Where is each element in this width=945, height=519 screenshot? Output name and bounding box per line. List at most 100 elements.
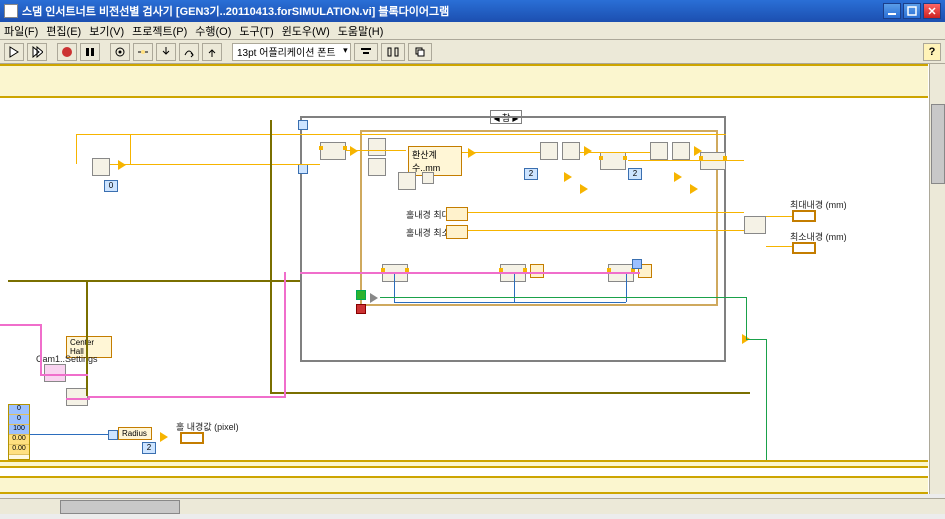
tri-right-2c[interactable] bbox=[690, 184, 698, 194]
highlight-button[interactable] bbox=[110, 43, 130, 61]
min-inner-d-ctrl[interactable] bbox=[446, 225, 468, 239]
step-out-button[interactable] bbox=[202, 43, 222, 61]
multiply-tri-2[interactable] bbox=[468, 148, 476, 158]
cluster-cell-0: 0 bbox=[9, 405, 29, 415]
wire-o-5 bbox=[628, 160, 744, 161]
wire-k-3 bbox=[270, 392, 750, 394]
radius-src[interactable] bbox=[108, 430, 118, 440]
subvi-3[interactable] bbox=[398, 172, 416, 190]
radius-ctrl[interactable]: Radius bbox=[118, 427, 152, 440]
compare-node-1b[interactable] bbox=[562, 142, 580, 160]
sequence-band-mid bbox=[0, 460, 928, 468]
tri-right-1c[interactable] bbox=[580, 184, 588, 194]
property-node[interactable] bbox=[92, 158, 110, 176]
font-select[interactable]: 13pt 어플리케이션 폰트 bbox=[232, 43, 351, 61]
tri-right-1b[interactable] bbox=[564, 172, 572, 182]
merge-node[interactable] bbox=[744, 216, 766, 234]
left-cluster[interactable]: 0 0 100 0.00 0.00 bbox=[8, 404, 30, 460]
cam1-settings-ctrl[interactable] bbox=[44, 364, 66, 382]
wire-k-1 bbox=[8, 280, 300, 282]
cluster-cell-1: 0 bbox=[9, 415, 29, 425]
wire-o-top bbox=[76, 134, 726, 135]
max-inner-d-mm-indic[interactable] bbox=[792, 210, 816, 222]
sequence-band-bottom bbox=[0, 476, 928, 494]
menu-file[interactable]: 파일(F) bbox=[4, 23, 38, 39]
min-button[interactable] bbox=[883, 3, 901, 19]
menu-project[interactable]: 프로젝트(P) bbox=[132, 23, 187, 39]
tunnel-mid[interactable] bbox=[298, 164, 308, 174]
const-0[interactable]: 0 bbox=[104, 180, 118, 192]
const-node-1[interactable] bbox=[422, 172, 434, 184]
compare-node-2b[interactable] bbox=[672, 142, 690, 160]
wire-o-ind4 bbox=[766, 246, 792, 247]
run-cont-button[interactable] bbox=[27, 43, 47, 61]
subvi-1[interactable] bbox=[368, 138, 386, 156]
close-button[interactable] bbox=[923, 3, 941, 19]
tri-right-1[interactable] bbox=[584, 146, 592, 156]
const-2-c[interactable]: 2 bbox=[142, 442, 156, 454]
horizontal-scrollbar[interactable] bbox=[0, 498, 945, 514]
subvi-2[interactable] bbox=[368, 158, 386, 176]
run-button[interactable] bbox=[4, 43, 24, 61]
step-over-button[interactable] bbox=[179, 43, 199, 61]
hole-pixel-indic[interactable] bbox=[180, 432, 204, 444]
window-title: 스댐 인서트너트 비전선별 검사기 [GEN3기..20110413.forSI… bbox=[22, 3, 883, 19]
wire-o-4 bbox=[580, 152, 650, 153]
max-inner-d-ctrl[interactable] bbox=[446, 207, 468, 221]
menu-view[interactable]: 보기(V) bbox=[89, 23, 124, 39]
wire-o-6v bbox=[130, 134, 131, 164]
menu-tools[interactable]: 도구(T) bbox=[239, 23, 273, 39]
compare-node-1a[interactable] bbox=[540, 142, 558, 160]
abort-button[interactable] bbox=[57, 43, 77, 61]
const-2-b[interactable]: 2 bbox=[628, 168, 642, 180]
wire-b-5 bbox=[30, 434, 108, 435]
menu-edit[interactable]: 편집(E) bbox=[46, 23, 81, 39]
fill-1[interactable] bbox=[530, 264, 544, 278]
bundle-2[interactable] bbox=[700, 152, 726, 170]
menu-operate[interactable]: 수행(O) bbox=[195, 23, 231, 39]
multiply-tri-1[interactable] bbox=[350, 146, 358, 156]
wire-o-ind1 bbox=[468, 212, 744, 213]
retain-button[interactable] bbox=[133, 43, 153, 61]
block-diagram-canvas[interactable]: 참 0 환산계수..mm 2 2 홀내경 최대 홀내경 최소 최대내경 bbox=[0, 64, 945, 494]
tunnel-r1[interactable] bbox=[632, 259, 642, 269]
align-button[interactable] bbox=[354, 43, 378, 61]
wire-g-3 bbox=[746, 339, 766, 340]
distribute-button[interactable] bbox=[381, 43, 405, 61]
max-inner-d-label: 홀내경 최대 bbox=[406, 208, 450, 221]
max-button[interactable] bbox=[903, 3, 921, 19]
wire-b-2 bbox=[394, 302, 626, 303]
conv-factor-ctrl[interactable]: 환산계수..mm bbox=[408, 146, 462, 176]
context-help-button[interactable]: ? bbox=[923, 43, 941, 61]
multiply-tri-3[interactable] bbox=[160, 432, 168, 442]
bool-false[interactable] bbox=[356, 304, 366, 314]
tunnel-top[interactable] bbox=[298, 120, 308, 130]
select-tri-1[interactable] bbox=[118, 160, 126, 170]
tri-right-2b[interactable] bbox=[674, 172, 682, 182]
menubar: 파일(F) 편집(E) 보기(V) 프로젝트(P) 수행(O) 도구(T) 윈도… bbox=[0, 22, 945, 40]
menu-help[interactable]: 도움말(H) bbox=[338, 23, 384, 39]
horizontal-scrollbar-thumb[interactable] bbox=[60, 500, 180, 514]
menu-window[interactable]: 윈도우(W) bbox=[282, 23, 330, 39]
reorder-button[interactable] bbox=[408, 43, 432, 61]
vertical-scrollbar-thumb[interactable] bbox=[931, 104, 945, 184]
unbundle-node[interactable] bbox=[66, 388, 88, 406]
bool-true[interactable] bbox=[356, 290, 366, 300]
vertical-scrollbar[interactable] bbox=[929, 64, 945, 494]
cluster-cell-2: 100 bbox=[9, 425, 29, 435]
wire-p-top bbox=[0, 324, 40, 326]
wire-o-2 bbox=[346, 150, 406, 151]
wire-k-4 bbox=[86, 280, 88, 396]
compare-node-2a[interactable] bbox=[650, 142, 668, 160]
min-inner-d-mm-indic[interactable] bbox=[792, 242, 816, 254]
wire-g-4 bbox=[766, 339, 767, 461]
toolbar: 13pt 어플리케이션 폰트 ? bbox=[0, 40, 945, 64]
bundle-1[interactable] bbox=[600, 152, 626, 170]
build-array-1[interactable] bbox=[320, 142, 346, 160]
select-bool[interactable] bbox=[370, 293, 378, 303]
pause-button[interactable] bbox=[80, 43, 100, 61]
const-2-a[interactable]: 2 bbox=[524, 168, 538, 180]
cam1-settings-label: Cam1..Settings bbox=[36, 354, 98, 364]
titlebar: 스댐 인서트너트 비전선별 검사기 [GEN3기..20110413.forSI… bbox=[0, 0, 945, 22]
step-into-button[interactable] bbox=[156, 43, 176, 61]
